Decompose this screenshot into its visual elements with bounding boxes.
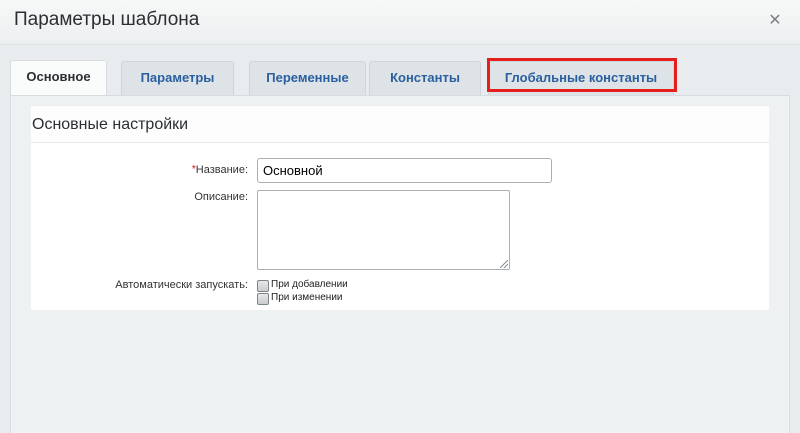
autostart-label: Автоматически запускать: <box>115 279 248 291</box>
tab-bar: Основное Параметры Переменные Константы … <box>10 60 790 96</box>
section-header: Основные настройки <box>31 106 769 143</box>
description-textarea[interactable] <box>257 190 510 270</box>
tab-global-constants[interactable]: Глобальные константы <box>488 61 674 95</box>
on-add-label: При добавлении <box>271 279 348 290</box>
section-title: Основные настройки <box>32 116 189 133</box>
tab-parameters[interactable]: Параметры <box>121 61 234 95</box>
tab-variables[interactable]: Переменные <box>249 61 366 95</box>
name-input[interactable] <box>257 158 552 183</box>
name-label: Название: <box>195 164 248 176</box>
tab-constants[interactable]: Константы <box>369 61 481 95</box>
dialog-title: Параметры шаблона <box>14 9 200 30</box>
on-change-label: При изменении <box>271 292 343 303</box>
description-label: Описание: <box>194 191 248 203</box>
on-add-checkbox[interactable] <box>257 280 269 292</box>
dialog-header: Параметры шаблона ✕ <box>0 0 800 45</box>
resize-grip-icon[interactable] <box>500 260 508 268</box>
close-icon[interactable]: ✕ <box>766 11 784 31</box>
on-change-checkbox[interactable] <box>257 293 269 305</box>
tab-main[interactable]: Основное <box>10 60 107 96</box>
settings-card: Основные настройки *Название: Описание: … <box>31 106 769 310</box>
name-label-row: *Название: <box>131 164 248 176</box>
tab-content-panel: Основные настройки *Название: Описание: … <box>10 95 790 433</box>
